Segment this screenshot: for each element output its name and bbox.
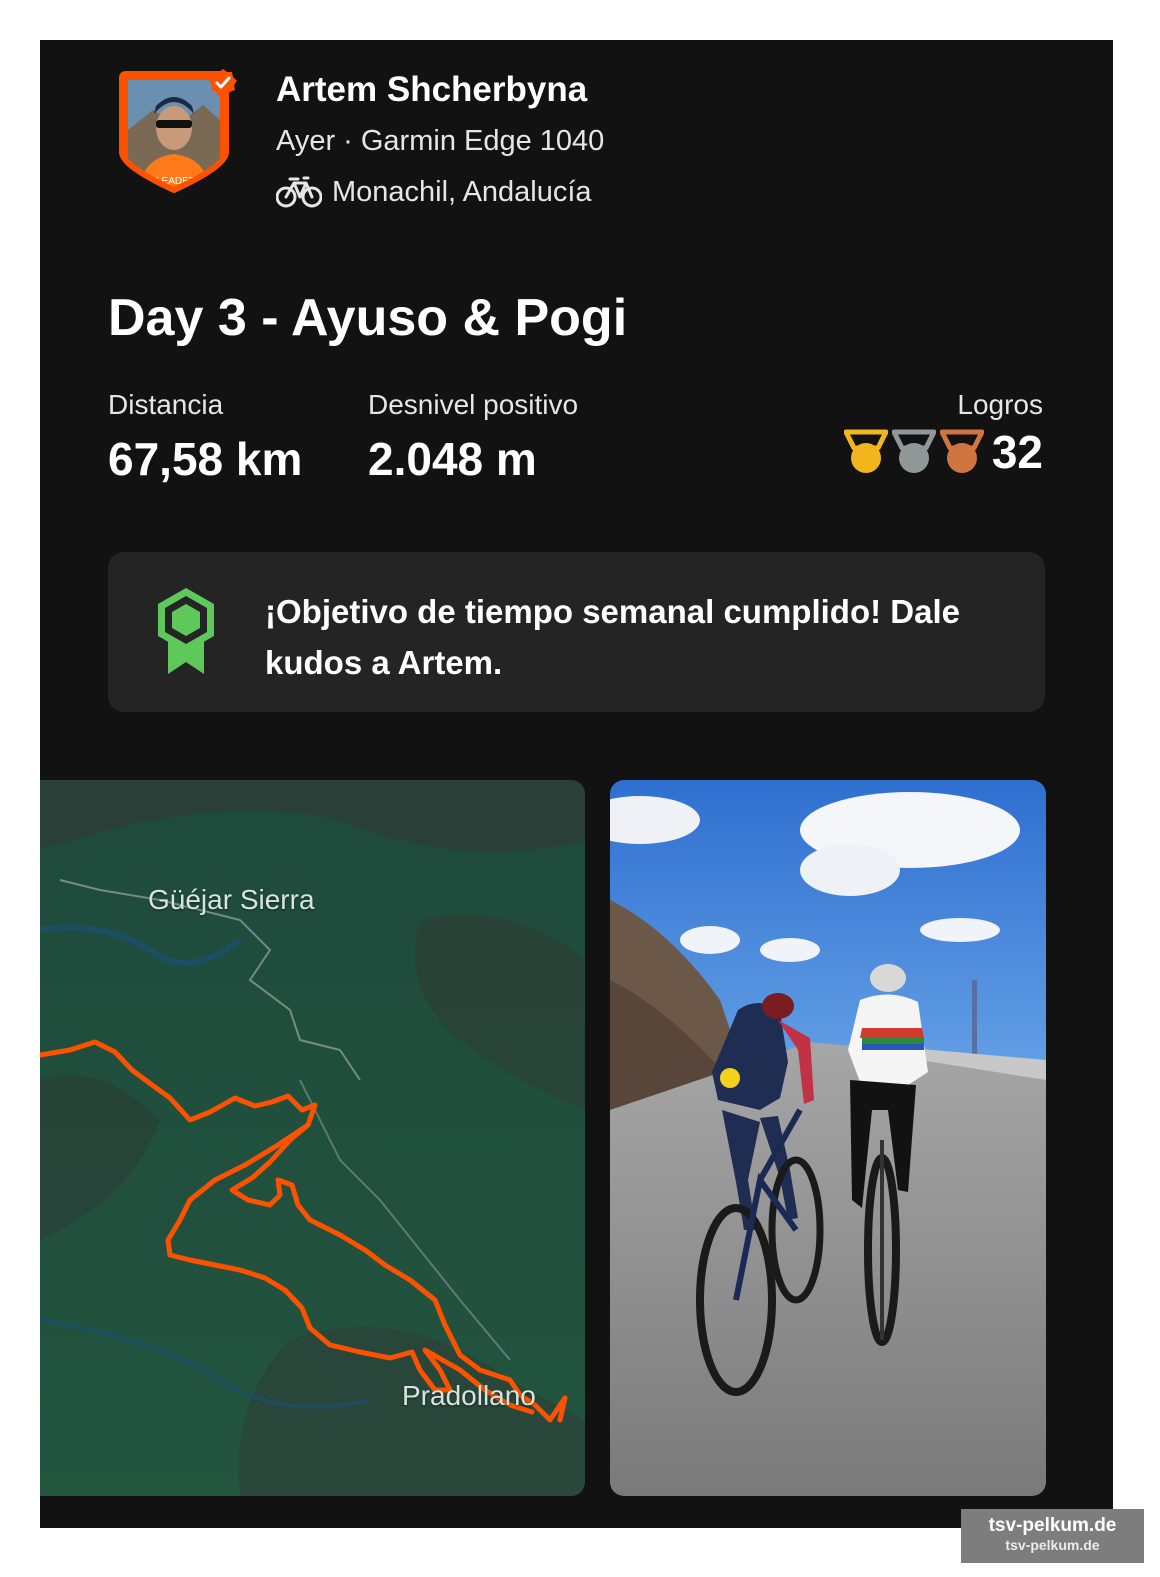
achievements[interactable]: 32: [843, 425, 1043, 479]
route-map[interactable]: Güéjar Sierra Pradollano: [40, 780, 585, 1496]
map-label-pradollano: Pradollano: [402, 1380, 536, 1411]
elevation-label: Desnivel positivo: [368, 389, 579, 420]
achievements-count: 32: [991, 426, 1043, 478]
bronze-medal-icon: [939, 429, 984, 473]
activity-location: Monachil, Andalucía: [276, 175, 592, 209]
activity-card[interactable]: LEADER Artem Shcherbyna Ayer · Garmin Ed…: [40, 40, 1113, 1528]
weekly-goal-banner[interactable]: ¡Objetivo de tiempo semanal cumplido! Da…: [108, 552, 1045, 712]
gold-medal-icon: [843, 429, 888, 473]
activity-photo[interactable]: [610, 780, 1046, 1496]
distance-value: 67,58 km: [108, 433, 303, 485]
verified-check-icon: [209, 69, 237, 96]
goal-badge-icon: [158, 588, 214, 674]
achievements-label: Logros: [957, 389, 1043, 420]
elevation-value: 2.048 m: [368, 433, 537, 485]
activity-meta: Ayer · Garmin Edge 1040: [276, 125, 605, 157]
bike-icon: [276, 176, 322, 208]
distance-label: Distancia: [108, 389, 224, 420]
silver-medal-icon: [891, 429, 936, 473]
goal-message: ¡Objetivo de tiempo semanal cumplido! Da…: [265, 593, 960, 681]
location-label: Monachil, Andalucía: [332, 175, 592, 208]
watermark-line-1: tsv-pelkum.de: [988, 1515, 1117, 1536]
activity-title[interactable]: Day 3 - Ayuso & Pogi: [108, 288, 627, 348]
watermark-line-2: tsv-pelkum.de: [1005, 1537, 1100, 1553]
athlete-avatar[interactable]: LEADER: [118, 69, 240, 196]
map-label-guejar-sierra: Güéjar Sierra: [148, 884, 315, 915]
cyclists-photo: [610, 780, 1046, 1496]
athlete-name[interactable]: Artem Shcherbyna: [276, 70, 587, 110]
watermark: tsv-pelkum.de tsv-pelkum.de: [961, 1509, 1144, 1563]
